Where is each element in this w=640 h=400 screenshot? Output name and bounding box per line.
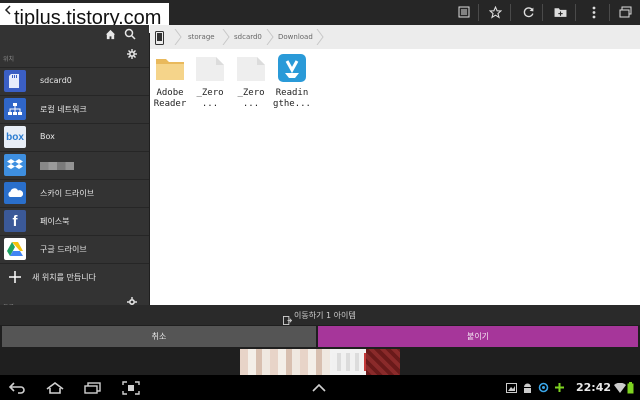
app-icon [277, 53, 307, 83]
ad-image [366, 349, 400, 375]
ad-image [240, 349, 330, 375]
crumb-separator [266, 29, 274, 45]
home-icon[interactable] [104, 29, 116, 41]
sidebar-item-local-network[interactable]: 로컬 네트워크 [0, 95, 149, 123]
android-icon [522, 379, 533, 396]
file-item-adobe-reader[interactable]: Adobe Reader [150, 53, 190, 110]
overflow-menu-icon[interactable] [584, 2, 604, 22]
divider [542, 4, 543, 21]
crumb-storage[interactable]: storage [188, 25, 215, 49]
refresh-icon[interactable] [518, 2, 538, 22]
section-header-locations: 위치 [3, 56, 15, 63]
sidebar-item-label: Box [40, 132, 55, 141]
sidebar-item-new-location[interactable]: 새 위치를 만듭니다 [0, 263, 149, 291]
folder-icon [155, 53, 185, 83]
cancel-button[interactable]: 취소 [2, 326, 316, 347]
file-item-zero-1[interactable]: _Zero... [190, 53, 230, 110]
search-icon[interactable] [124, 28, 136, 40]
file-item-zero-2[interactable]: _Zero... [231, 53, 271, 110]
network-icon [4, 98, 26, 120]
sidebar-item-label: sdcard0 [40, 76, 72, 85]
sidebar: 위치 sdcard0 로컬 네트워크 box Box 스카이 드라이브 f 페이… [0, 25, 149, 308]
windows-icon[interactable] [615, 2, 635, 22]
divider [575, 4, 576, 21]
crumb-separator [316, 29, 324, 45]
sidebar-item-label: 페이스북 [40, 217, 70, 226]
star-icon[interactable] [485, 2, 505, 22]
sidebar-item-sdcard0[interactable]: sdcard0 [0, 67, 149, 95]
chevron-up-icon[interactable] [312, 379, 326, 396]
sidebar-item-box[interactable]: box Box [0, 123, 149, 151]
divider [510, 4, 511, 21]
screenshot-icon[interactable] [122, 379, 140, 396]
sdcard-icon [4, 70, 26, 92]
google-drive-icon [4, 238, 26, 260]
battery-icon [627, 379, 634, 396]
sidebar-item-dropbox[interactable] [0, 151, 149, 179]
sidebar-item-facebook[interactable]: f 페이스북 [0, 207, 149, 235]
file-name: Readin gthe... [273, 88, 311, 109]
ad-image [332, 353, 362, 371]
list-icon[interactable] [454, 2, 474, 22]
status-clock: 22:42 [576, 381, 612, 394]
breadcrumb: storage sdcard0 Download [150, 25, 640, 49]
device-icon[interactable] [155, 30, 164, 49]
crumb-download[interactable]: Download [278, 25, 313, 49]
wifi-icon [614, 379, 626, 396]
skydrive-icon [4, 182, 26, 204]
dropbox-icon [4, 154, 26, 176]
move-items-label: 이동하기 1 아이템 [294, 311, 356, 320]
file-grid: Adobe Reader _Zero... _Zero... Readin gthe… [150, 49, 640, 305]
plus-notification-icon [554, 379, 565, 396]
sidebar-item-label: 새 위치를 만듭니다 [32, 273, 96, 282]
divider [478, 4, 479, 21]
file-name: Adobe Reader [153, 88, 187, 109]
box-icon: box [4, 126, 26, 148]
plus-icon [4, 266, 26, 288]
crumb-separator [174, 29, 182, 45]
sidebar-item-label: 로컬 네트워크 [40, 105, 87, 114]
blank-file-icon [195, 53, 225, 83]
redacted-label [40, 162, 74, 170]
blank-file-icon [236, 53, 266, 83]
file-item-reading[interactable]: Readin gthe... [272, 53, 312, 110]
sync-icon [538, 379, 549, 396]
home-icon[interactable] [46, 379, 64, 396]
ad-banner[interactable] [240, 349, 400, 375]
recent-apps-icon[interactable] [84, 379, 102, 396]
back-arrow-icon[interactable] [4, 3, 14, 19]
sidebar-item-label: 스카이 드라이브 [40, 189, 95, 198]
sidebar-item-skydrive[interactable]: 스카이 드라이브 [0, 179, 149, 207]
crumb-sdcard0[interactable]: sdcard0 [234, 25, 262, 49]
new-folder-icon[interactable] [550, 2, 570, 22]
gallery-notification-icon [506, 379, 517, 396]
file-name: _Zero... [196, 88, 224, 109]
settings-icon[interactable] [126, 49, 138, 61]
divider [609, 4, 610, 21]
system-nav-bar [0, 375, 640, 400]
sidebar-item-google-drive[interactable]: 구글 드라이브 [0, 235, 149, 263]
file-name: _Zero... [237, 88, 265, 109]
back-icon[interactable] [8, 379, 26, 396]
sidebar-item-label: 구글 드라이브 [40, 245, 87, 254]
paste-button[interactable]: 붙이기 [318, 326, 638, 347]
facebook-icon: f [4, 210, 26, 232]
crumb-separator [222, 29, 230, 45]
